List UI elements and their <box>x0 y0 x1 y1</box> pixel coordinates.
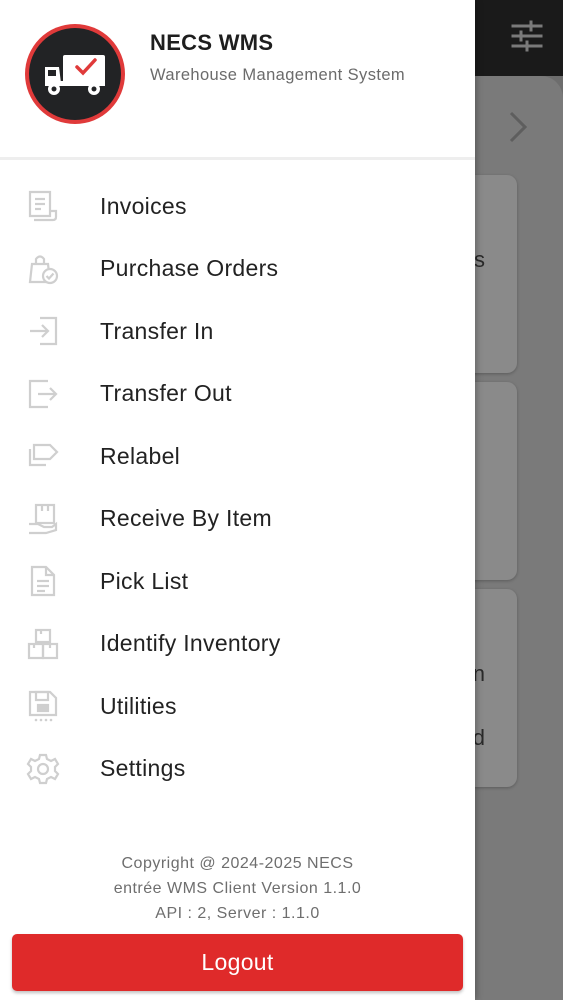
menu-item-label: Purchase Orders <box>100 255 279 282</box>
app-subtitle: Warehouse Management System <box>150 66 406 84</box>
menu-item-label: Invoices <box>100 192 187 219</box>
menu-item-label: Transfer Out <box>100 380 232 407</box>
menu-item-invoices[interactable]: Invoices <box>0 175 475 238</box>
menu-item-label: Identify Inventory <box>100 630 281 657</box>
menu-item-transfer-out[interactable]: Transfer Out <box>0 363 475 426</box>
menu-item-label: Pick List <box>100 567 189 594</box>
logout-button[interactable]: Logout <box>12 934 463 991</box>
transfer-in-icon <box>30 316 58 346</box>
drawer-footer: Copyright @ 2024-2025 NECS entrée WMS Cl… <box>0 851 475 926</box>
menu-item-label: Utilities <box>100 692 177 719</box>
save-icon <box>28 690 58 722</box>
filter-settings-icon <box>511 20 543 52</box>
document-icon <box>30 565 56 597</box>
card-text-fragment: s <box>474 247 485 272</box>
copyright-text: Copyright @ 2024-2025 NECS <box>121 855 354 872</box>
menu-item-utilities[interactable]: Utilities <box>0 675 475 738</box>
menu-item-label: Settings <box>100 755 186 782</box>
menu-item-relabel[interactable]: Relabel <box>0 425 475 488</box>
drawer-header: NECS WMS Warehouse Management System <box>0 0 475 160</box>
purchase-orders-icon <box>28 254 59 284</box>
menu-item-pick-list[interactable]: Pick List <box>0 550 475 613</box>
menu-item-identify-inventory[interactable]: Identify Inventory <box>0 613 475 676</box>
menu-item-receive-by-item[interactable]: Receive By Item <box>0 488 475 551</box>
menu-item-transfer-in[interactable]: Transfer In <box>0 300 475 363</box>
menu-item-label: Relabel <box>100 442 181 469</box>
invoice-icon <box>28 190 58 222</box>
drawer-menu: Invoices Purchase Orders Transfer In Tra… <box>0 175 475 800</box>
menu-item-purchase-orders[interactable]: Purchase Orders <box>0 238 475 301</box>
menu-item-label: Receive By Item <box>100 505 272 532</box>
delivery-truck-icon <box>45 55 105 95</box>
api-server-text: API : 2, Server : 1.1.0 <box>155 905 320 922</box>
version-text: entrée WMS Client Version 1.1.0 <box>113 880 362 897</box>
receive-item-icon <box>29 503 58 534</box>
label-icon <box>28 443 59 467</box>
app-logo <box>25 24 125 124</box>
menu-item-settings[interactable]: Settings <box>0 738 475 801</box>
transfer-out-icon <box>28 379 58 408</box>
menu-item-label: Transfer In <box>100 317 214 344</box>
boxes-icon <box>27 628 59 659</box>
gear-icon <box>26 753 60 784</box>
chevron-right-icon <box>509 111 528 143</box>
app-name: NECS WMS <box>150 30 274 55</box>
navigation-drawer: NECS WMS Warehouse Management System Inv… <box>0 0 475 1000</box>
